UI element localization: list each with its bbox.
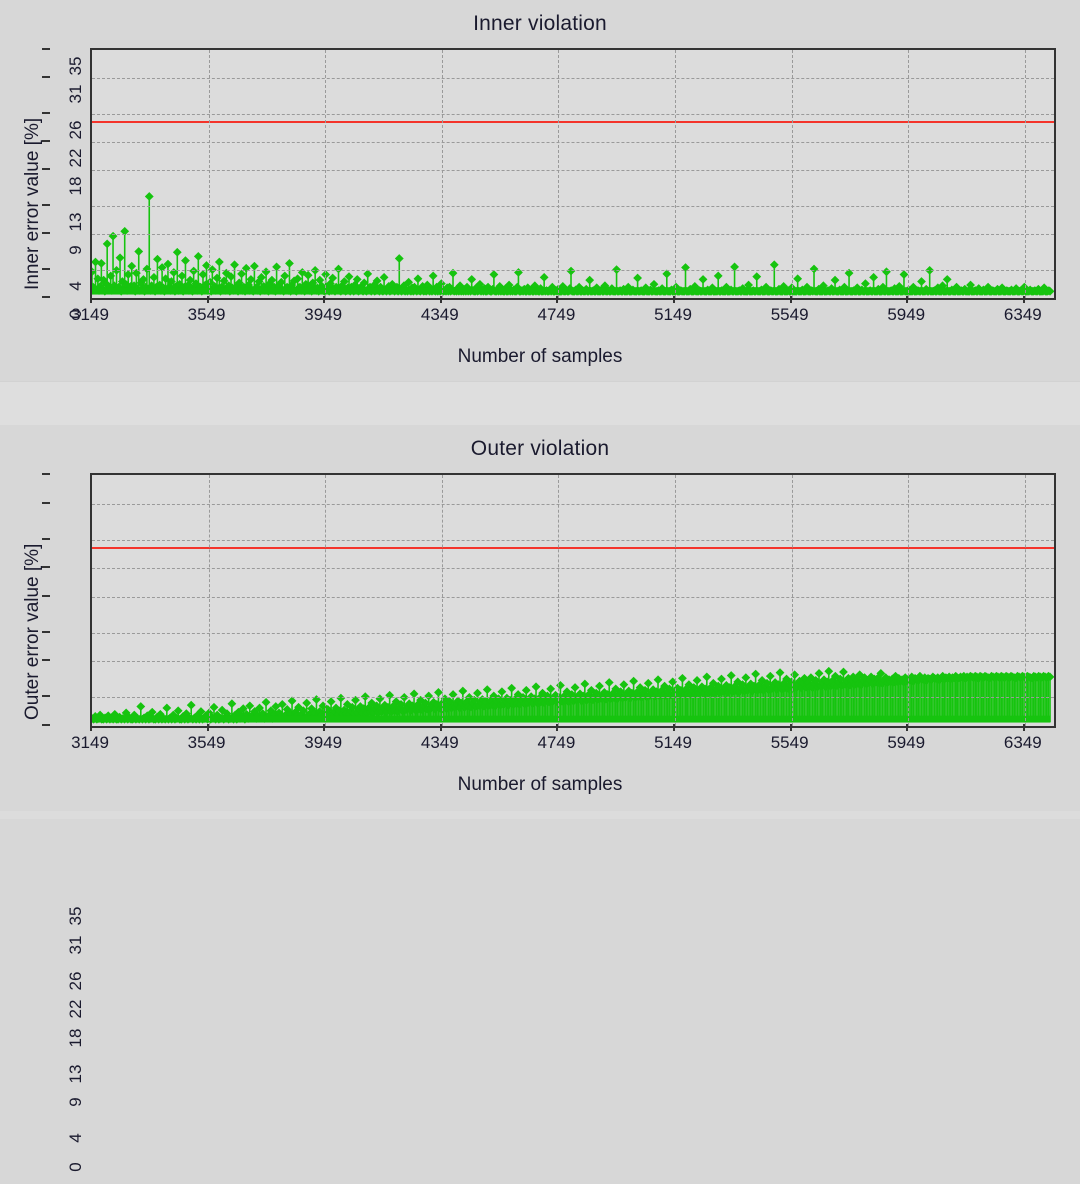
- x-tick-mark: [906, 724, 909, 731]
- plot-area-inner: [90, 48, 1056, 300]
- y-tick-mark: [42, 296, 50, 298]
- y-tick-mark: [42, 203, 50, 206]
- data-series-inner: [92, 192, 1054, 296]
- x-tick-label: 4749: [537, 733, 576, 752]
- panel-divider: [0, 381, 1080, 427]
- y-tick-mark: [42, 111, 50, 114]
- chart-panel-outer: Outer violation Outer error value [%] 0 4…: [0, 425, 1080, 1172]
- plot-area-outer: [90, 473, 1056, 728]
- x-tick-mark: [206, 724, 209, 731]
- y-tick-mark: [42, 501, 50, 504]
- y-tick-label: 13: [66, 212, 85, 232]
- x-tick-label: 3949: [304, 305, 343, 324]
- x-tick-mark: [789, 296, 792, 303]
- chart-title-inner: Inner violation: [473, 12, 607, 35]
- y-axis-tick-labels-inner: 0 4 9 13 18 22 26 31 35: [40, 48, 85, 319]
- y-tick-mark: [42, 168, 50, 171]
- x-tick-label: 4349: [420, 305, 459, 324]
- x-tick-label: 5149: [654, 733, 692, 752]
- y-tick-mark: [42, 267, 50, 270]
- x-tick-mark: [90, 724, 92, 731]
- y-tick-mark: [42, 473, 50, 475]
- y-tick-label: 18: [66, 1028, 85, 1048]
- x-tick-mark: [789, 724, 792, 731]
- x-tick-mark: [906, 296, 909, 303]
- chart-title-outer: Outer violation: [470, 437, 610, 460]
- y-tick-label: 4: [66, 280, 85, 291]
- y-tick-label: 26: [66, 120, 85, 140]
- y-tick-label: 0: [66, 1162, 85, 1172]
- x-tick-label: 5549: [770, 733, 809, 752]
- x-tick-label: 5149: [654, 305, 692, 324]
- y-axis-label-outer: Outer error value [%]: [22, 543, 43, 720]
- y-tick-label: 35: [66, 56, 85, 76]
- data-series-outer: [92, 666, 1054, 724]
- y-tick-mark: [42, 594, 50, 597]
- y-tick-mark: [42, 724, 50, 726]
- x-tick-label: 6349: [1003, 305, 1042, 324]
- y-tick-mark: [42, 566, 50, 569]
- y-tick-mark: [42, 48, 50, 50]
- x-tick-label: 5949: [887, 733, 926, 752]
- x-tick-label: 4349: [420, 733, 459, 752]
- x-tick-label: 5549: [770, 305, 809, 324]
- y-tick-mark: [42, 695, 50, 698]
- x-tick-mark: [556, 296, 559, 303]
- y-tick-mark: [42, 630, 50, 633]
- y-tick-label: 26: [66, 971, 85, 990]
- x-tick-mark: [673, 296, 676, 303]
- x-tick-label: 4749: [537, 305, 576, 324]
- x-tick-label: 3149: [71, 305, 109, 324]
- x-tick-label: 3149: [71, 733, 109, 752]
- y-axis-tick-labels-outer: 0 4 9 13 18 22 26 31 35: [40, 898, 85, 1172]
- x-tick-label: 3949: [304, 733, 343, 752]
- x-tick-mark: [673, 724, 676, 731]
- x-tick-label: 3549: [187, 733, 226, 752]
- chart-panel-inner: Inner violation Inner error value [%] 04…: [0, 0, 1080, 381]
- y-tick-mark: [42, 232, 50, 235]
- x-tick-mark: [439, 724, 442, 731]
- x-tick-label: 3549: [187, 305, 226, 324]
- x-axis-label-outer: Number of samples: [457, 774, 623, 795]
- x-tick-label: 6349: [1003, 733, 1042, 752]
- y-tick-mark: [42, 140, 50, 143]
- x-tick-mark: [556, 724, 559, 731]
- y-tick-label: 4: [66, 1133, 85, 1144]
- y-tick-mark: [42, 659, 50, 662]
- y-tick-label: 35: [66, 906, 85, 926]
- y-tick-label: 13: [66, 1064, 85, 1084]
- x-tick-mark: [1022, 296, 1025, 303]
- y-tick-mark: [42, 537, 50, 540]
- x-axis-label-inner: Number of samples: [457, 346, 623, 367]
- x-tick-mark: [206, 296, 209, 303]
- x-tick-mark: [1022, 724, 1025, 731]
- x-tick-mark: [90, 296, 92, 303]
- bottom-strip: [0, 811, 1080, 819]
- x-tick-mark: [323, 296, 326, 303]
- x-tick-label: 5949: [887, 305, 926, 324]
- x-tick-mark: [323, 724, 326, 731]
- x-tick-mark: [439, 296, 442, 303]
- y-tick-mark: [42, 76, 50, 79]
